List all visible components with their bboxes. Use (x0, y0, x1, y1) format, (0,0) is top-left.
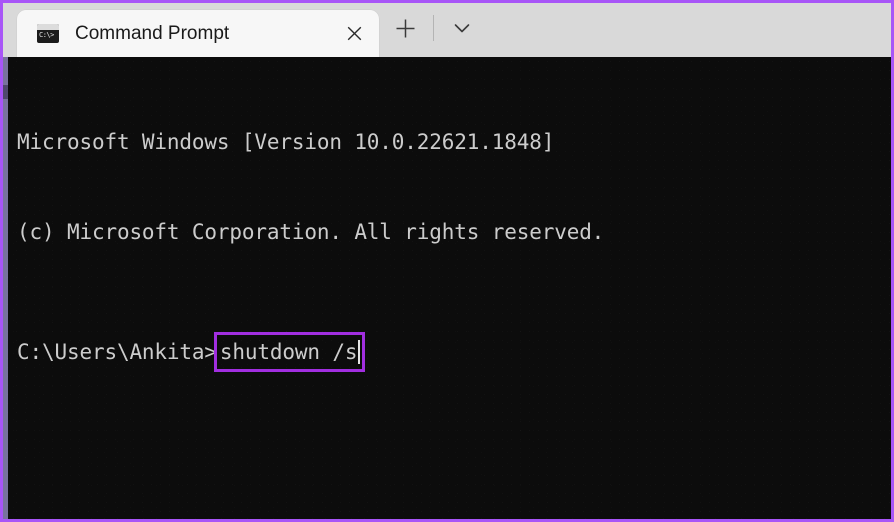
tab-actions (379, 3, 488, 57)
command-prompt-icon-glyph: C:\> (39, 31, 54, 39)
scrollbar-rail[interactable] (3, 57, 8, 519)
new-tab-icon[interactable] (379, 6, 431, 50)
scrollbar-thumb[interactable] (3, 85, 8, 99)
close-icon[interactable] (335, 15, 373, 53)
terminal-output-area[interactable]: Microsoft Windows [Version 10.0.22621.18… (3, 57, 891, 519)
text-caret (358, 340, 361, 364)
tab-strip: C:\> Command Prompt (3, 3, 891, 57)
console-line: (c) Microsoft Corporation. All rights re… (17, 220, 605, 244)
command-prompt-line[interactable]: C:\Users\Ankita> shutdown /s (17, 332, 891, 372)
typed-command: shutdown /s (219, 340, 358, 364)
screenshot-frame: C:\> Command Prompt Microsoft Windows [V… (0, 0, 894, 522)
actions-divider (433, 15, 434, 41)
command-highlight-box: shutdown /s (213, 332, 366, 372)
console-banner: Microsoft Windows [Version 10.0.22621.18… (17, 67, 891, 307)
tab-command-prompt[interactable]: C:\> Command Prompt (17, 10, 379, 57)
tab-title: Command Prompt (75, 22, 230, 44)
prompt-path: C:\Users\Ankita> (17, 340, 217, 364)
command-prompt-icon: C:\> (37, 24, 59, 43)
console-spacer (17, 307, 891, 335)
chevron-down-icon[interactable] (436, 6, 488, 50)
console-line: Microsoft Windows [Version 10.0.22621.18… (17, 130, 555, 154)
windows-terminal-window: C:\> Command Prompt Microsoft Windows [V… (3, 3, 891, 519)
